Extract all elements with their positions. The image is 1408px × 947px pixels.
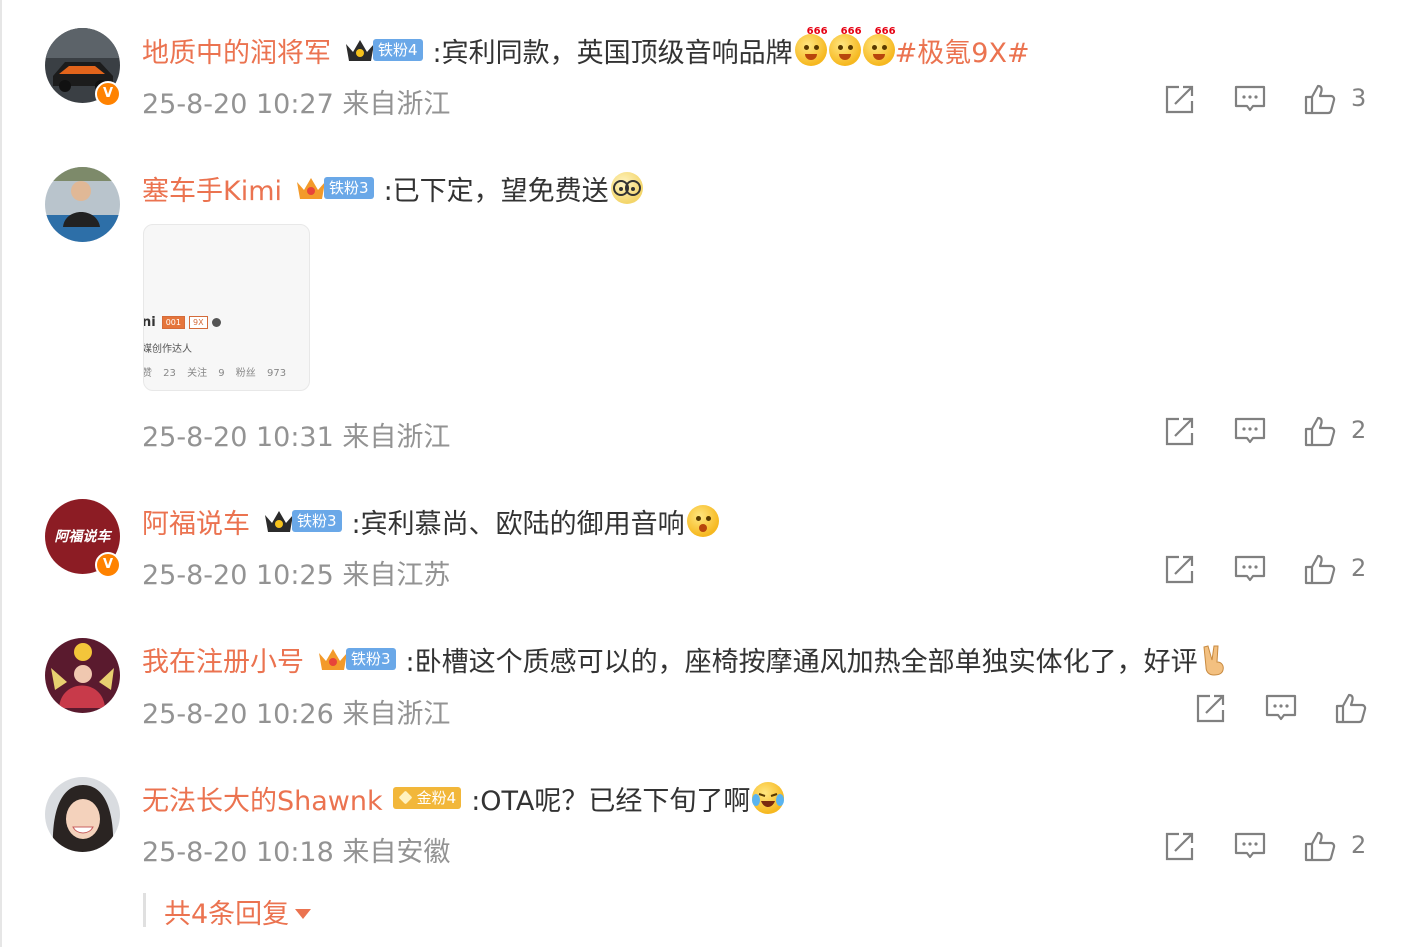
like-count: 2 xyxy=(1351,554,1367,582)
avatar[interactable] xyxy=(45,167,120,242)
avatar[interactable] xyxy=(45,638,120,713)
frame-edge xyxy=(0,0,2,947)
comment-text: :宾利慕尚、欧陆的御用音响 xyxy=(351,508,685,540)
view-replies-label: 共4条回复 xyxy=(164,899,290,930)
card-chip: 001 xyxy=(161,316,185,329)
username[interactable]: 塞车手Kimi xyxy=(142,169,282,208)
comment-icon[interactable] xyxy=(1233,552,1267,586)
caret-down-icon xyxy=(295,908,312,919)
666-emoji: 666 xyxy=(794,26,828,66)
like-count: 3 xyxy=(1351,84,1367,112)
card-dot xyxy=(211,318,221,327)
like-icon[interactable] xyxy=(1303,82,1337,116)
fan-badge[interactable]: 铁粉3 xyxy=(346,648,396,670)
verified-icon: V xyxy=(95,81,121,107)
share-icon[interactable] xyxy=(1163,552,1197,586)
comment-actions xyxy=(1194,691,1384,727)
fan-badge[interactable]: 金粉4 xyxy=(392,787,462,809)
victory-hand-emoji xyxy=(1203,645,1224,676)
fan-badge[interactable]: 铁粉3 xyxy=(292,510,342,532)
card-stats: 赞 23 关注 9 粉丝 973 xyxy=(143,368,287,379)
comment-actions: 2 xyxy=(1163,552,1383,588)
comment-icon[interactable] xyxy=(1264,691,1298,725)
comment-actions: 2 xyxy=(1163,829,1383,865)
card-subtitle: 媒创作达人 xyxy=(143,344,192,355)
card-name: ni xyxy=(143,315,156,330)
fan-badge[interactable]: 铁粉4 xyxy=(373,39,423,61)
reply-divider xyxy=(143,893,146,927)
username[interactable]: 阿福说车 xyxy=(142,502,250,541)
comment-text: :宾利同款，英国顶级音响品牌 xyxy=(432,37,793,69)
fan-badge[interactable]: 铁粉3 xyxy=(324,177,374,199)
card-name-row: ni 001 9X xyxy=(143,315,221,330)
like-icon[interactable] xyxy=(1334,691,1368,725)
surprised-emoji xyxy=(686,505,719,537)
comment-text: :已下定，望免费送 xyxy=(383,175,609,207)
like-icon[interactable] xyxy=(1303,552,1337,586)
topic-link[interactable]: #极氪9X# xyxy=(895,31,1030,70)
like-icon[interactable] xyxy=(1303,829,1337,863)
666-emoji: 666 xyxy=(862,26,896,66)
crown-icon xyxy=(265,511,293,532)
comment-text: :OTA呢？已经下旬了啊 xyxy=(471,785,751,817)
crown-icon xyxy=(346,40,374,61)
verified-icon: V xyxy=(95,552,121,578)
glasses-emoji xyxy=(610,172,643,204)
username[interactable]: 无法长大的Shawnk xyxy=(142,779,383,818)
crown-icon xyxy=(319,649,347,670)
comment-actions: 2 xyxy=(1163,414,1383,450)
crying-laughing-emoji xyxy=(752,782,785,814)
comment-icon[interactable] xyxy=(1233,82,1267,116)
share-icon[interactable] xyxy=(1163,414,1197,448)
share-icon[interactable] xyxy=(1163,829,1197,863)
like-count: 2 xyxy=(1351,416,1367,444)
666-emoji: 666 xyxy=(828,26,862,66)
avatar[interactable] xyxy=(45,777,120,852)
comment-meta: 25-8-20 10:18 来自安徽 xyxy=(142,837,451,868)
comment-icon[interactable] xyxy=(1233,829,1267,863)
share-icon[interactable] xyxy=(1163,82,1197,116)
comment-meta: 25-8-20 10:25 来自江苏 xyxy=(142,560,451,591)
username[interactable]: 我在注册小号 xyxy=(142,640,304,679)
avatar-text: 阿福说车 xyxy=(55,528,113,545)
comment-icon[interactable] xyxy=(1233,414,1267,448)
comment-actions: 3 xyxy=(1163,82,1383,118)
share-icon[interactable] xyxy=(1194,691,1228,725)
comment-meta: 25-8-20 10:27 来自浙江 xyxy=(142,89,451,120)
card-chip: 9X xyxy=(189,316,208,329)
profile-card-image[interactable]: ni 001 9X 媒创作达人 赞 23 关注 9 粉丝 973 xyxy=(143,224,310,391)
comment-meta: 25-8-20 10:31 来自浙江 xyxy=(142,422,451,453)
username[interactable]: 地质中的润将军 xyxy=(142,31,331,70)
comment-meta: 25-8-20 10:26 来自浙江 xyxy=(142,699,451,730)
like-icon[interactable] xyxy=(1303,414,1337,448)
like-count: 2 xyxy=(1351,831,1367,859)
comment-text: :卧槽这个质感可以的，座椅按摩通风加热全部单独实体化了，好评 xyxy=(405,646,1198,678)
crown-icon xyxy=(297,178,326,199)
view-replies-link[interactable]: 共4条回复 xyxy=(164,892,312,931)
